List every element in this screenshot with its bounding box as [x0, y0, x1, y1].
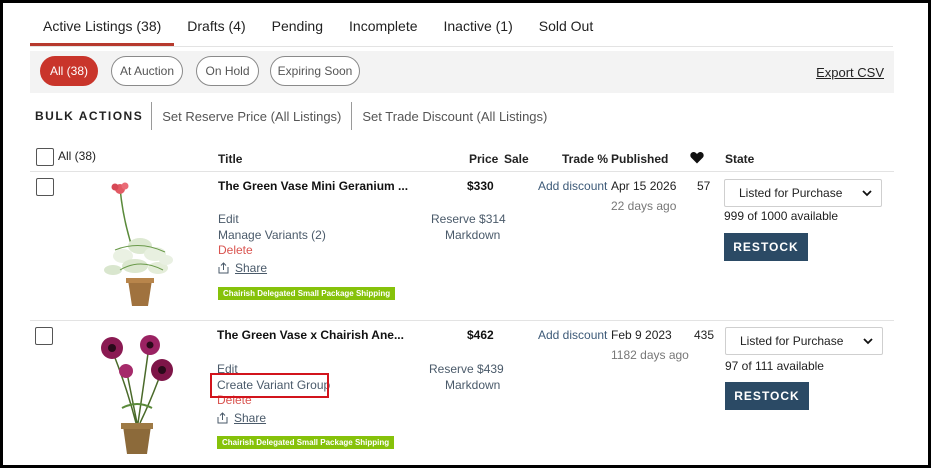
reserve-price[interactable]: Reserve $439: [429, 362, 504, 376]
share-label: Share: [234, 411, 267, 425]
published-date: Feb 9 2023: [611, 328, 672, 342]
filter-at-auction-pill[interactable]: At Auction: [111, 56, 183, 86]
favorites-count: 57: [697, 179, 711, 193]
tab-drafts[interactable]: Drafts (4): [174, 8, 258, 46]
row-checkbox[interactable]: [35, 327, 53, 345]
tab-inactive[interactable]: Inactive (1): [431, 8, 526, 46]
chevron-down-icon: [863, 338, 873, 345]
restock-button[interactable]: RESTOCK: [724, 233, 808, 261]
filter-all-pill[interactable]: All (38): [40, 56, 98, 86]
share-label: Share: [235, 261, 268, 275]
listing-title[interactable]: The Green Vase x Chairish Ane...: [217, 328, 404, 342]
add-discount-link[interactable]: Add discount: [538, 179, 607, 193]
set-reserve-price-link[interactable]: Set Reserve Price (All Listings): [151, 102, 351, 130]
column-header-trade[interactable]: Trade %: [562, 152, 608, 166]
state-select[interactable]: Listed for Purchase: [724, 179, 882, 207]
availability-text: 97 of 111 available: [725, 359, 824, 373]
edit-link[interactable]: Edit: [218, 212, 239, 226]
column-header-sale[interactable]: Sale: [504, 152, 529, 166]
filter-expiring-soon-pill[interactable]: Expiring Soon: [270, 56, 360, 86]
listing-tabs: Active Listings (38) Drafts (4) Pending …: [30, 8, 606, 46]
favorites-count: 435: [694, 328, 715, 342]
published-ago: 22 days ago: [611, 199, 677, 213]
filter-on-hold-pill[interactable]: On Hold: [196, 56, 259, 86]
highlight-box: [210, 373, 329, 398]
published-ago: 1182 days ago: [611, 348, 689, 362]
markdown-link[interactable]: Markdown: [445, 378, 500, 392]
reserve-price[interactable]: Reserve $314: [431, 212, 506, 226]
bulk-actions-title: BULK ACTIONS: [35, 109, 144, 123]
tab-sold-out[interactable]: Sold Out: [526, 8, 606, 46]
share-icon: [218, 262, 229, 274]
heart-icon[interactable]: [690, 151, 704, 167]
restock-button[interactable]: RESTOCK: [725, 382, 809, 410]
shipping-badge: Chairish Delegated Small Package Shippin…: [218, 287, 396, 300]
markdown-link[interactable]: Markdown: [445, 228, 500, 242]
column-header-title[interactable]: Title: [218, 152, 242, 166]
row-checkbox[interactable]: [36, 178, 54, 196]
share-icon: [217, 412, 228, 424]
product-image-geranium[interactable]: [95, 180, 185, 310]
manage-variants-link[interactable]: Manage Variants (2): [218, 228, 326, 242]
column-header-published[interactable]: Published: [611, 152, 668, 166]
select-all-label: All (38): [58, 149, 97, 163]
price-value: $462: [467, 328, 494, 342]
row-divider: [30, 171, 894, 172]
tab-active-listings[interactable]: Active Listings (38): [30, 8, 175, 46]
row-divider: [30, 320, 894, 321]
state-select-value: Listed for Purchase: [739, 186, 843, 200]
price-value: $330: [467, 179, 494, 193]
tab-pending[interactable]: Pending: [259, 8, 336, 46]
column-header-price[interactable]: Price: [469, 152, 498, 166]
shipping-badge: Chairish Delegated Small Package Shippin…: [217, 436, 395, 449]
published-date: Apr 15 2026: [611, 179, 677, 193]
state-select[interactable]: Listed for Purchase: [725, 327, 883, 355]
delete-link[interactable]: Delete: [218, 243, 253, 257]
bulk-actions-bar: BULK ACTIONS Set Reserve Price (All List…: [35, 102, 557, 130]
availability-text: 999 of 1000 available: [724, 209, 839, 223]
listing-title[interactable]: The Green Vase Mini Geranium ...: [218, 179, 408, 193]
tab-incomplete[interactable]: Incomplete: [336, 8, 430, 46]
state-select-value: Listed for Purchase: [740, 334, 844, 348]
add-discount-link[interactable]: Add discount: [538, 328, 607, 342]
export-csv-link[interactable]: Export CSV: [816, 65, 884, 80]
share-link[interactable]: Share: [217, 411, 266, 425]
column-header-state[interactable]: State: [725, 152, 754, 166]
chevron-down-icon: [862, 190, 872, 197]
filter-bar: All (38) At Auction On Hold Expiring Soo…: [30, 51, 894, 93]
product-image-anemone[interactable]: [92, 328, 182, 458]
share-link[interactable]: Share: [218, 261, 267, 275]
tab-divider: [30, 46, 893, 47]
select-all-checkbox[interactable]: [36, 148, 54, 166]
set-trade-discount-link[interactable]: Set Trade Discount (All Listings): [351, 102, 557, 130]
